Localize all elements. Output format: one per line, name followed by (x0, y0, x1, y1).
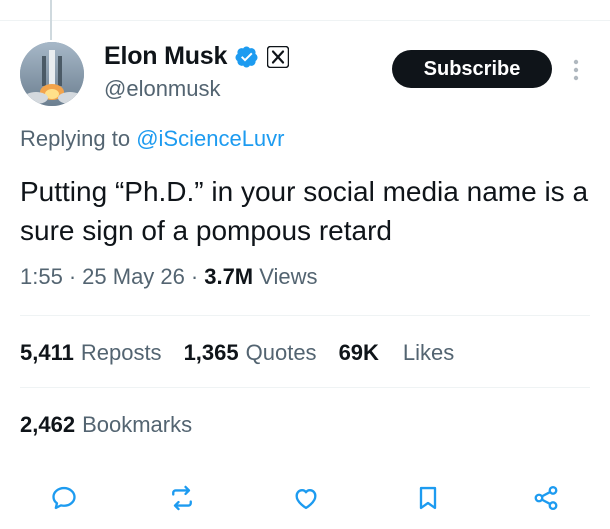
likes-stat[interactable]: 69K Likes (339, 340, 455, 366)
reposts-label: Reposts (80, 340, 162, 365)
replying-to-line: Replying to @iScienceLuvr (20, 126, 285, 152)
bookmarks-count: 2,462 (20, 412, 76, 437)
divider (20, 315, 590, 316)
x-affiliate-badge-icon (267, 45, 290, 68)
author-name-row: Elon Musk (104, 42, 290, 71)
share-button[interactable] (526, 478, 566, 518)
replying-prefix: Replying to (20, 126, 131, 151)
share-icon (534, 485, 558, 511)
tweet-text: Putting “Ph.D.” in your social media nam… (20, 176, 589, 246)
quotes-label: Quotes (245, 340, 317, 365)
likes-count: 69K (338, 340, 379, 365)
bookmarks-label: Bookmarks (82, 412, 193, 437)
reply-button[interactable] (44, 478, 84, 518)
divider (20, 387, 590, 388)
views-count: 3.7M (204, 264, 254, 289)
replying-to-mention[interactable]: @iScienceLuvr (136, 126, 284, 151)
meta-separator: · (190, 264, 199, 289)
author-display-name[interactable]: Elon Musk (104, 42, 227, 71)
rocket-launch-avatar-icon (20, 42, 84, 106)
more-options-icon[interactable] (569, 58, 583, 87)
like-icon (295, 489, 317, 510)
likes-label: Likes (402, 340, 455, 365)
like-button[interactable] (286, 478, 326, 518)
repost-button[interactable] (162, 478, 202, 518)
reposts-stat[interactable]: 5,411 Reposts (20, 340, 162, 366)
quotes-count: 1,365 (183, 340, 239, 365)
reposts-count: 5,411 (20, 340, 74, 365)
bookmark-button[interactable] (408, 478, 448, 518)
repost-icon (172, 485, 192, 511)
verified-badge-icon (235, 45, 259, 69)
avatar[interactable] (20, 42, 84, 106)
bookmarks-stat[interactable]: 2,462 Bookmarks (20, 412, 192, 438)
tweet-date[interactable]: 25 May 26 (82, 264, 185, 290)
author-handle[interactable]: @elonmusk (104, 76, 221, 102)
reply-icon (52, 486, 76, 510)
meta-separator: · (68, 264, 77, 289)
top-divider (0, 20, 610, 21)
tweet-time[interactable]: 1:55 (20, 264, 63, 290)
tweet-meta: 1:55 · 25 May 26 · 3.7M Views (20, 264, 318, 290)
subscribe-button[interactable]: Subscribe (392, 50, 552, 88)
thread-line (50, 0, 52, 40)
action-bar (0, 478, 610, 518)
engagement-stats: 5,411 Reposts 1,365 Quotes 69K Likes (20, 340, 476, 366)
bookmark-icon (419, 486, 437, 510)
quotes-stat[interactable]: 1,365 Quotes (184, 340, 317, 366)
views-label: Views (259, 264, 318, 289)
